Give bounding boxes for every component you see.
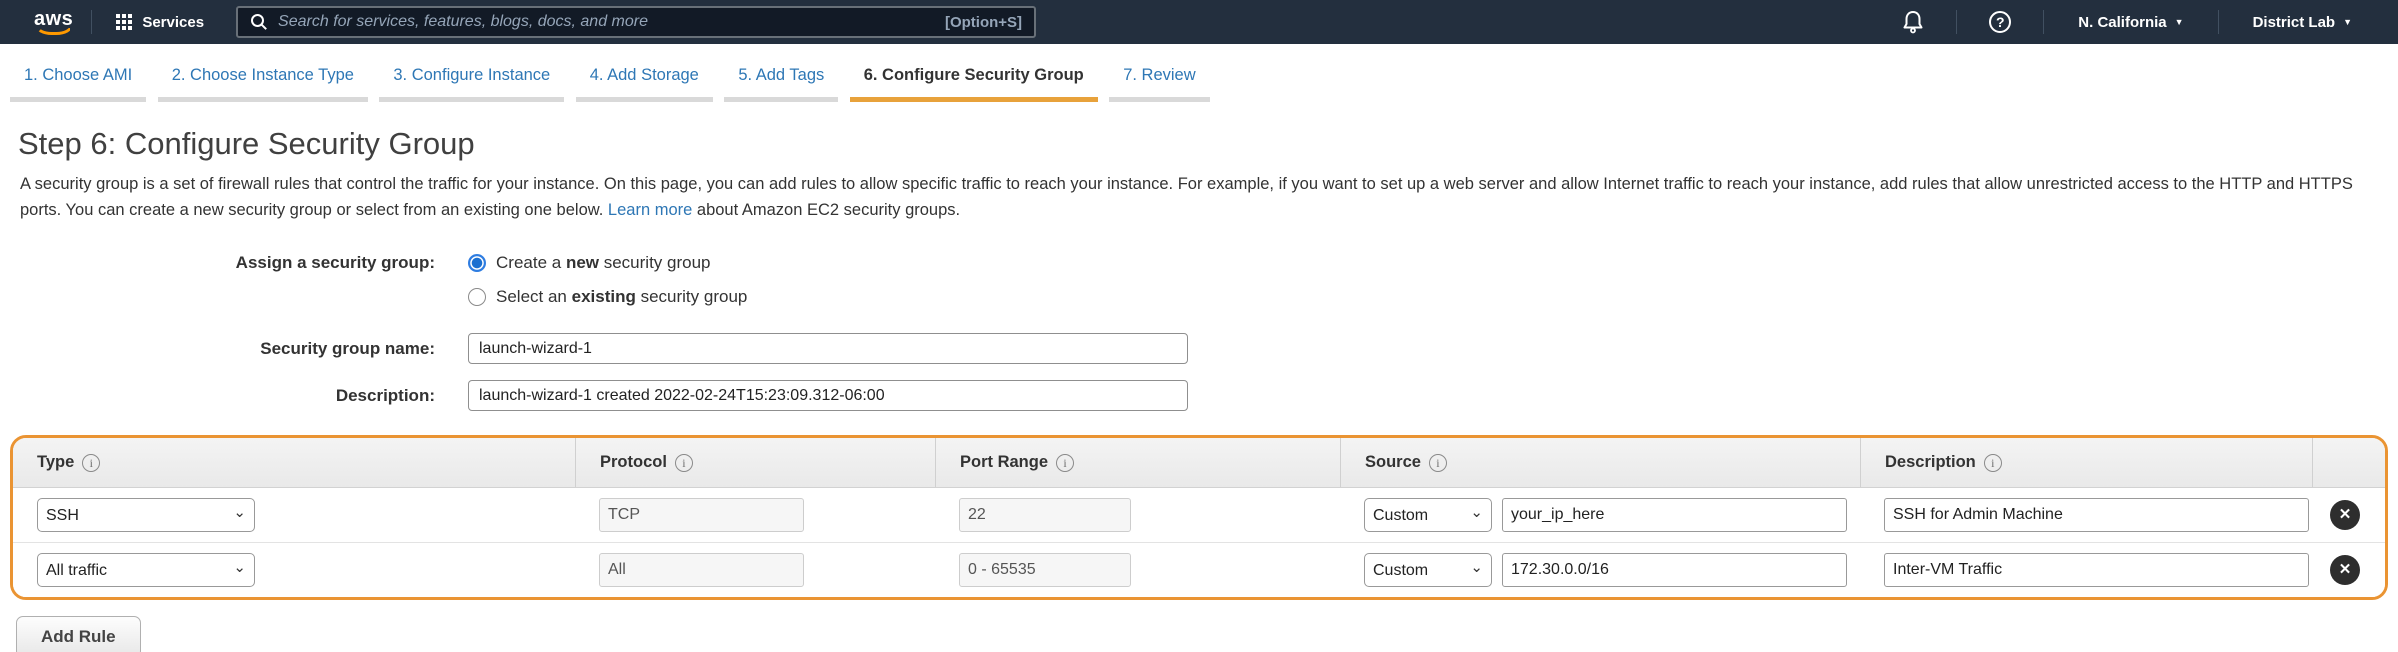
group-description-input[interactable] (468, 380, 1188, 411)
tab-add-storage[interactable]: 4. Add Storage (576, 58, 713, 102)
tab-review[interactable]: 7. Review (1109, 58, 1209, 102)
rule-type-select-wrap: All traffic ⌄ (37, 553, 255, 587)
rule-row-all-traffic: All traffic ⌄ Custom ⌄ ✕ (13, 542, 2385, 597)
search-shortcut-hint: [Option+S] (945, 14, 1022, 31)
security-group-form: Assign a security group: Create a new se… (0, 253, 2398, 411)
description-text: A security group is a set of firewall ru… (20, 175, 2353, 219)
topbar-divider (2218, 10, 2219, 34)
topbar-divider (1956, 10, 1957, 34)
rule-source-mode-select-wrap: Custom ⌄ (1364, 553, 1492, 587)
tab-configure-instance[interactable]: 3. Configure Instance (379, 58, 564, 102)
chevron-down-icon: ▼ (2175, 17, 2184, 27)
rule-source-mode-select[interactable]: Custom (1364, 498, 1492, 532)
region-label: N. California (2078, 14, 2166, 31)
info-icon[interactable]: i (1429, 454, 1447, 472)
assign-group-label: Assign a security group: (0, 253, 435, 273)
add-rule-button[interactable]: Add Rule (16, 616, 141, 652)
col-header-source: Sourcei (1340, 438, 1860, 487)
rule-protocol-field (599, 553, 804, 587)
info-icon[interactable]: i (1056, 454, 1074, 472)
page-description: A security group is a set of firewall ru… (20, 172, 2378, 223)
global-search-box[interactable]: [Option+S] (236, 6, 1036, 38)
delete-rule-button[interactable]: ✕ (2330, 555, 2360, 585)
account-menu[interactable]: District Lab ▼ (2237, 14, 2368, 31)
topbar-divider (2043, 10, 2044, 34)
rule-port-range-field (959, 498, 1131, 532)
services-menu-button[interactable]: Services (110, 14, 210, 31)
rule-type-select[interactable]: All traffic (37, 553, 255, 587)
group-name-row: Security group name: (0, 333, 2398, 364)
bell-icon (1902, 10, 1924, 34)
wizard-step-tabs: 1. Choose AMI 2. Choose Instance Type 3.… (0, 44, 2398, 102)
group-name-input[interactable] (468, 333, 1188, 364)
col-header-port-range: Port Rangei (935, 438, 1340, 487)
rule-protocol-field (599, 498, 804, 532)
radio-create-new-label: Create a new security group (496, 253, 711, 273)
rule-source-mode-select[interactable]: Custom (1364, 553, 1492, 587)
radio-create-new-option[interactable]: Create a new security group (468, 253, 711, 273)
col-header-protocol: Protocoli (575, 438, 935, 487)
rule-source-input[interactable] (1502, 498, 1847, 532)
col-header-type: Typei (13, 438, 575, 487)
col-header-actions (2312, 438, 2385, 487)
info-icon[interactable]: i (1984, 454, 2002, 472)
aws-logo[interactable]: aws (34, 10, 73, 35)
group-description-label: Description: (0, 386, 435, 406)
rule-description-input[interactable] (1884, 553, 2309, 587)
page-title: Step 6: Configure Security Group (18, 126, 2398, 162)
services-label: Services (142, 14, 204, 31)
search-icon (250, 13, 268, 31)
group-description-row: Description: (0, 380, 2398, 411)
radio-select-existing-label: Select an existing security group (496, 287, 747, 307)
group-name-label: Security group name: (0, 339, 435, 359)
topbar-right-cluster: ? N. California ▼ District Lab ▼ (1888, 10, 2368, 34)
aws-smile-icon (35, 25, 73, 35)
notifications-bell-button[interactable] (1888, 10, 1938, 34)
rule-type-select[interactable]: SSH (37, 498, 255, 532)
tab-configure-security-group[interactable]: 6. Configure Security Group (850, 58, 1098, 102)
help-icon: ? (1989, 11, 2011, 33)
radio-unselected-icon[interactable] (468, 288, 486, 306)
info-icon[interactable]: i (82, 454, 100, 472)
search-input[interactable] (278, 13, 945, 31)
rule-row-ssh: SSH ⌄ Custom ⌄ ✕ (13, 488, 2385, 542)
rule-description-input[interactable] (1884, 498, 2309, 532)
rule-source-input[interactable] (1502, 553, 1847, 587)
tab-choose-instance-type[interactable]: 2. Choose Instance Type (158, 58, 368, 102)
top-nav-bar: aws Services [Option+S] ? N. California … (0, 0, 2398, 44)
rule-type-select-wrap: SSH ⌄ (37, 498, 255, 532)
col-header-description: Descriptioni (1860, 438, 2312, 487)
info-icon[interactable]: i (675, 454, 693, 472)
description-text-after: about Amazon EC2 security groups. (692, 201, 960, 219)
select-existing-row: Select an existing security group (0, 287, 2398, 307)
chevron-down-icon: ▼ (2343, 17, 2352, 27)
services-grid-icon (116, 14, 132, 30)
account-label: District Lab (2253, 14, 2336, 31)
rules-table-header: Typei Protocoli Port Rangei Sourcei Desc… (13, 438, 2385, 488)
learn-more-link[interactable]: Learn more (608, 201, 692, 219)
rule-source-mode-select-wrap: Custom ⌄ (1364, 498, 1492, 532)
tab-choose-ami[interactable]: 1. Choose AMI (10, 58, 146, 102)
region-selector[interactable]: N. California ▼ (2062, 14, 2199, 31)
delete-rule-button[interactable]: ✕ (2330, 500, 2360, 530)
radio-select-existing-option[interactable]: Select an existing security group (468, 287, 747, 307)
radio-selected-icon[interactable] (468, 254, 486, 272)
topbar-divider (91, 10, 92, 34)
security-rules-table: Typei Protocoli Port Rangei Sourcei Desc… (10, 435, 2388, 600)
help-button[interactable]: ? (1975, 11, 2025, 33)
assign-group-row: Assign a security group: Create a new se… (0, 253, 2398, 273)
tab-add-tags[interactable]: 5. Add Tags (724, 58, 838, 102)
rule-port-range-field (959, 553, 1131, 587)
